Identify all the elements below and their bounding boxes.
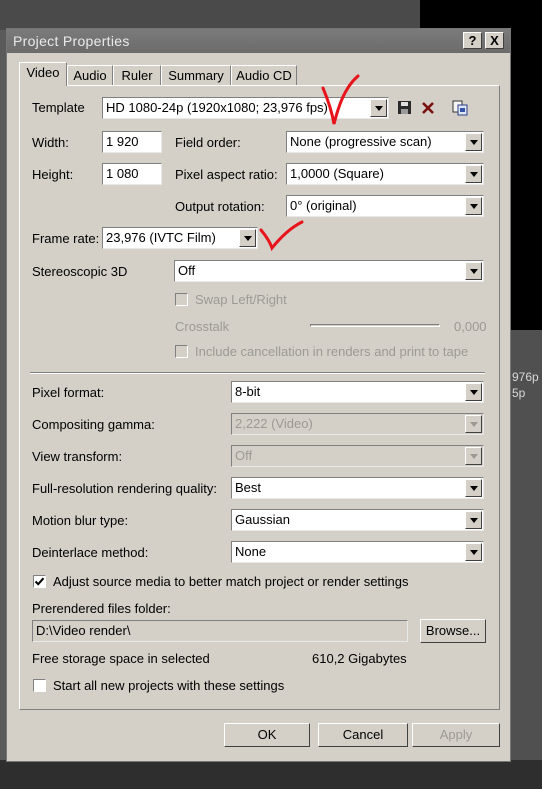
include-cancellation-label: Include cancellation in renders and prin… — [195, 344, 469, 359]
include-cancellation-checkbox[interactable] — [175, 345, 188, 358]
frame-rate-value: 23,976 (IVTC Film) — [106, 230, 216, 245]
chevron-down-icon[interactable] — [370, 99, 387, 117]
crosstalk-label: Crosstalk — [175, 319, 230, 334]
checkmark-icon — [34, 577, 45, 586]
delete-icon[interactable] — [419, 99, 437, 117]
field-order-value: None (progressive scan) — [290, 134, 432, 149]
motion-blur-select[interactable]: Gaussian — [231, 509, 484, 531]
tab-ruler[interactable]: Ruler — [113, 65, 161, 85]
chevron-down-icon[interactable] — [465, 511, 482, 529]
tab-audio[interactable]: Audio — [67, 65, 113, 85]
chevron-down-icon[interactable] — [465, 262, 482, 280]
close-button[interactable]: X — [485, 32, 504, 49]
height-input[interactable]: 1 080 — [102, 163, 162, 185]
field-order-select[interactable]: None (progressive scan) — [286, 131, 484, 153]
template-label: Template — [32, 100, 85, 115]
annotation-checkmark-icon — [259, 220, 304, 252]
chevron-down-icon[interactable] — [465, 415, 482, 433]
template-value: HD 1080-24p (1920x1080; 23,976 fps) — [106, 100, 328, 115]
save-icon[interactable] — [396, 99, 414, 117]
swap-left-right-label: Swap Left/Right — [195, 292, 287, 307]
crosstalk-slider[interactable] — [310, 324, 440, 327]
ok-button[interactable]: OK — [224, 723, 310, 747]
deinterlace-label: Deinterlace method: — [32, 545, 149, 560]
start-all-projects-checkbox[interactable] — [33, 679, 46, 692]
chevron-down-icon[interactable] — [465, 165, 482, 183]
annotation-checkmark-icon — [321, 74, 360, 125]
view-transform-select[interactable]: Off — [231, 445, 484, 467]
pixel-aspect-label: Pixel aspect ratio: — [175, 167, 278, 182]
width-input[interactable]: 1 920 — [102, 131, 162, 153]
view-transform-value: Off — [235, 448, 253, 463]
stereoscopic-value: Off — [178, 263, 196, 278]
separator — [30, 372, 485, 374]
full-res-quality-label: Full-resolution rendering quality: — [32, 481, 217, 496]
compositing-gamma-select[interactable]: 2,222 (Video) — [231, 413, 484, 435]
output-rotation-value: 0° (original) — [290, 198, 357, 213]
chevron-down-icon[interactable] — [465, 383, 482, 401]
background-label-1: 976p — [512, 370, 539, 384]
match-media-icon[interactable] — [451, 99, 469, 117]
chevron-down-icon[interactable] — [465, 133, 482, 151]
frame-rate-label: Frame rate: — [32, 231, 100, 246]
full-res-quality-select[interactable]: Best — [231, 477, 484, 499]
browse-button[interactable]: Browse... — [420, 619, 486, 643]
title-bar[interactable]: Project Properties ? X — [7, 29, 510, 53]
tab-audio-cd[interactable]: Audio CD — [231, 65, 297, 85]
prerendered-folder-label: Prerendered files folder: — [32, 601, 171, 616]
help-button[interactable]: ? — [463, 32, 482, 49]
apply-button[interactable]: Apply — [412, 723, 500, 747]
swap-left-right-checkbox[interactable] — [175, 293, 188, 306]
dialog-title: Project Properties — [13, 33, 130, 49]
chevron-down-icon[interactable] — [465, 543, 482, 561]
output-rotation-label: Output rotation: — [175, 199, 265, 214]
cancel-button[interactable]: Cancel — [318, 723, 408, 747]
free-storage-label: Free storage space in selected — [32, 651, 210, 666]
prerendered-folder-input[interactable]: D:\Video render\ — [32, 620, 408, 642]
view-transform-label: View transform: — [32, 449, 123, 464]
chevron-down-icon[interactable] — [465, 479, 482, 497]
compositing-gamma-value: 2,222 (Video) — [235, 416, 313, 431]
pixel-format-select[interactable]: 8-bit — [231, 381, 484, 403]
start-all-projects-label: Start all new projects with these settin… — [53, 678, 285, 693]
chevron-down-icon[interactable] — [465, 447, 482, 465]
crosstalk-value: 0,000 — [454, 319, 487, 334]
adjust-source-label: Adjust source media to better match proj… — [53, 574, 409, 589]
field-order-label: Field order: — [175, 135, 241, 150]
height-label: Height: — [32, 167, 74, 182]
motion-blur-label: Motion blur type: — [32, 513, 129, 528]
deinterlace-select[interactable]: None — [231, 541, 484, 563]
adjust-source-checkbox[interactable] — [33, 575, 46, 588]
tab-video[interactable]: Video — [19, 62, 67, 86]
motion-blur-value: Gaussian — [235, 512, 290, 527]
stereoscopic-label: Stereoscopic 3D — [32, 264, 128, 279]
output-rotation-select[interactable]: 0° (original) — [286, 195, 484, 217]
width-label: Width: — [32, 135, 69, 150]
pixel-aspect-select[interactable]: 1,0000 (Square) — [286, 163, 484, 185]
pixel-format-label: Pixel format: — [32, 385, 105, 400]
deinterlace-value: None — [235, 544, 267, 559]
pixel-aspect-value: 1,0000 (Square) — [290, 166, 384, 181]
chevron-down-icon[interactable] — [465, 197, 482, 215]
background-bottom-bar — [0, 760, 542, 789]
frame-rate-select[interactable]: 23,976 (IVTC Film) — [102, 227, 258, 249]
chevron-down-icon[interactable] — [239, 229, 256, 247]
pixel-format-value: 8-bit — [235, 384, 261, 399]
stereoscopic-select[interactable]: Off — [174, 260, 484, 282]
compositing-gamma-label: Compositing gamma: — [32, 417, 155, 432]
tab-summary[interactable]: Summary — [161, 65, 231, 85]
free-storage-value: 610,2 Gigabytes — [312, 651, 407, 666]
full-res-quality-value: Best — [235, 480, 262, 495]
background-label-2: 5p — [512, 386, 526, 400]
